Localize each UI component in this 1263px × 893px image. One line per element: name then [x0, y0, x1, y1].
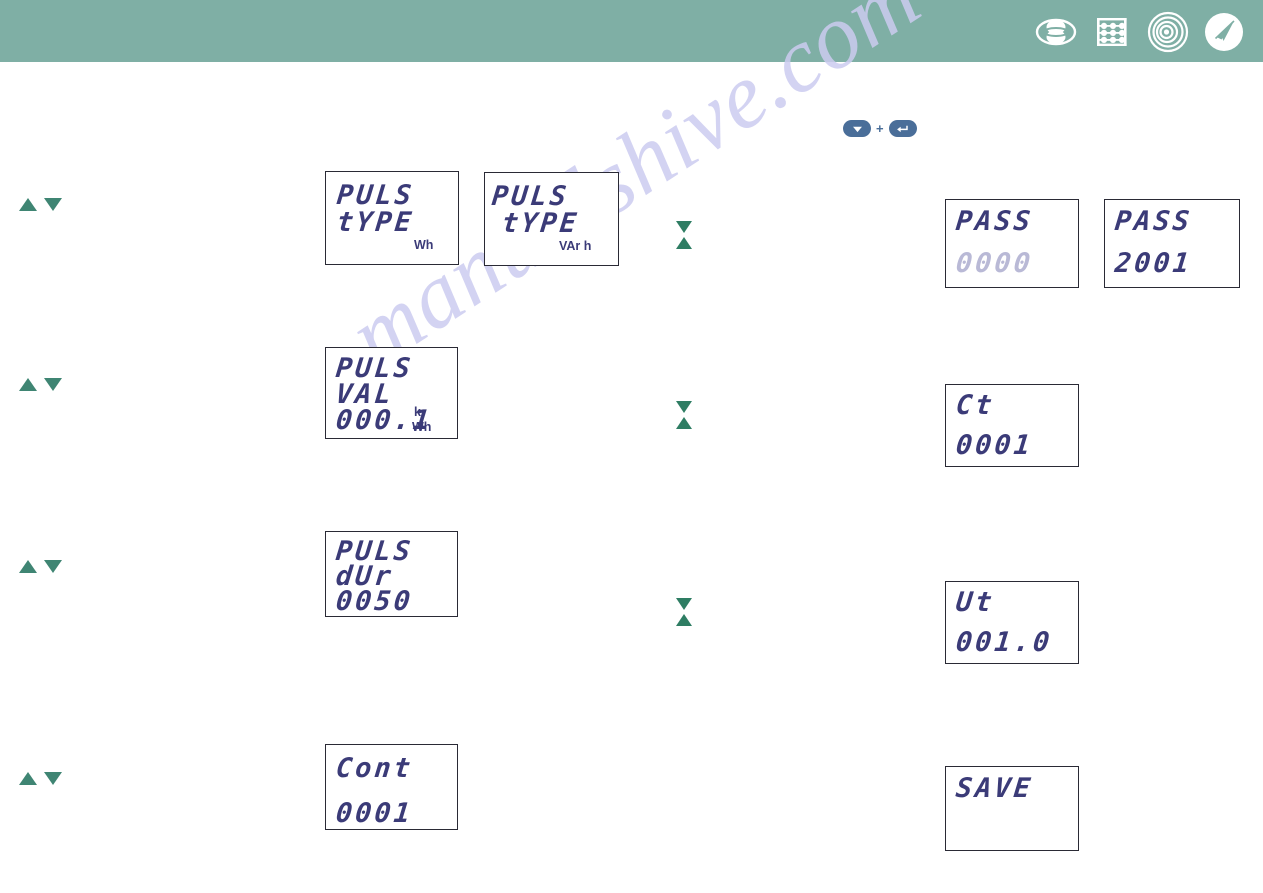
down-arrow-icon[interactable] [44, 198, 62, 211]
abacus-logo-icon [1091, 11, 1133, 53]
lcd-ut: Ut 001.0 [945, 581, 1079, 664]
up-arrow-icon[interactable] [19, 378, 37, 391]
lcd-line-1: Cont [334, 753, 415, 784]
up-arrow-icon[interactable] [676, 417, 692, 429]
lcd-value: 2001 [1113, 248, 1194, 279]
enter-arrow-key-icon[interactable] [888, 120, 917, 137]
compass-arrow-logo-icon [1203, 11, 1245, 53]
lcd-pass-2001: PASS 2001 [1104, 199, 1240, 288]
down-arrow-key-icon[interactable] [843, 120, 871, 137]
lcd-value-blink: 0000 [954, 248, 1035, 279]
lcd-line-2: tYPE [335, 207, 416, 238]
lcd-line-1: Ct [954, 390, 997, 421]
page-header-bar [0, 0, 1263, 62]
lcd-value: 0001 [954, 430, 1035, 461]
lcd-line-1: Ut [954, 587, 997, 618]
down-arrow-icon[interactable] [44, 560, 62, 573]
lcd-value: 001.0 [954, 627, 1054, 658]
lcd-save: SAVE [945, 766, 1079, 851]
lcd-puls-type-wh: PULS tYPE Wh [325, 171, 459, 265]
eye-ellipse-logo-icon [1035, 11, 1077, 53]
down-arrow-icon[interactable] [676, 598, 692, 610]
lcd-value: 0001 [334, 798, 415, 829]
lcd-puls-dur: PULS dUr 0050 [325, 531, 458, 617]
lcd-unit: VAr h [559, 239, 592, 253]
down-arrow-icon[interactable] [676, 221, 692, 233]
up-arrow-icon[interactable] [19, 560, 37, 573]
lcd-puls-val: PULS VAL 000.1 k Wh [325, 347, 458, 439]
lcd-cont: Cont 0001 [325, 744, 458, 830]
up-arrow-icon[interactable] [676, 237, 692, 249]
down-arrow-icon[interactable] [676, 401, 692, 413]
up-arrow-icon[interactable] [19, 772, 37, 785]
key-combo-separator: + [876, 121, 884, 136]
logo-row [1035, 11, 1245, 53]
up-arrow-icon[interactable] [19, 198, 37, 211]
lcd-value: 0050 [334, 586, 415, 617]
lcd-line-1: SAVE [954, 773, 1035, 804]
lcd-line-1: PASS [1113, 206, 1194, 237]
lcd-ct: Ct 0001 [945, 384, 1079, 467]
key-combo-indicator: + [843, 120, 917, 137]
up-arrow-icon[interactable] [676, 614, 692, 626]
spiral-target-logo-icon [1147, 11, 1189, 53]
lcd-puls-type-varh: PULS tYPE VAr h [484, 172, 619, 266]
down-arrow-icon[interactable] [44, 772, 62, 785]
lcd-unit: Wh [414, 238, 434, 252]
lcd-line-2: tYPE [500, 208, 581, 239]
lcd-pass-0000: PASS 0000 [945, 199, 1079, 288]
lcd-line-1: PASS [954, 206, 1035, 237]
lcd-unit-prefix: k [414, 405, 421, 419]
lcd-unit: Wh [412, 420, 432, 434]
down-arrow-icon[interactable] [44, 378, 62, 391]
